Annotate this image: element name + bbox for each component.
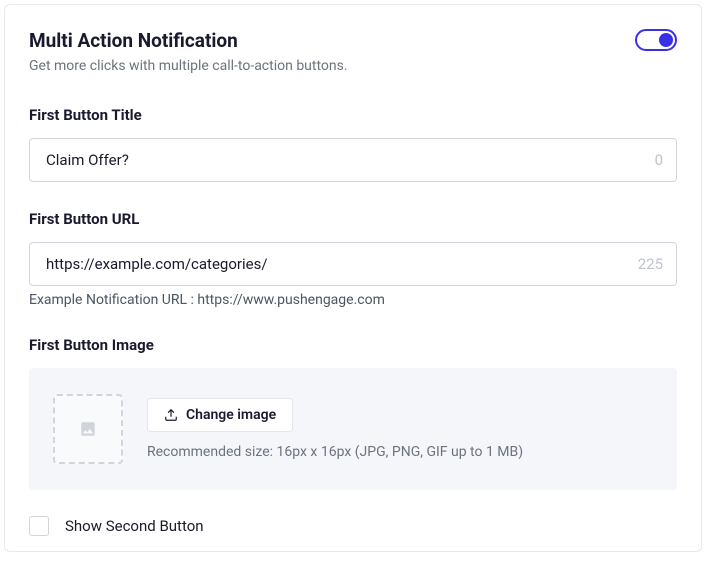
first-button-title-label: First Button Title [29,106,677,124]
toggle-knob [659,33,673,47]
image-content: Change image Recommended size: 16px x 16… [147,398,523,460]
header-row: Multi Action Notification [29,29,677,52]
first-button-image-label: First Button Image [29,336,677,354]
upload-icon [164,408,178,422]
change-image-label: Change image [186,407,276,423]
first-button-title-count: 0 [655,151,663,169]
panel-subtitle: Get more clicks with multiple call-to-ac… [29,58,677,74]
first-button-url-label: First Button URL [29,210,677,228]
first-button-title-input[interactable] [29,138,677,182]
show-second-button-label: Show Second Button [65,517,204,535]
first-button-url-section: First Button URL 225 Example Notificatio… [29,210,677,308]
first-button-title-section: First Button Title 0 [29,106,677,182]
first-button-url-input[interactable] [29,242,677,286]
panel-title: Multi Action Notification [29,29,238,52]
image-icon [79,420,97,438]
image-recommended-text: Recommended size: 16px x 16px (JPG, PNG,… [147,444,523,460]
show-second-button-row: Show Second Button [29,516,677,536]
multi-action-panel: Multi Action Notification Get more click… [4,4,702,552]
change-image-button[interactable]: Change image [147,398,293,432]
first-button-url-wrapper: 225 [29,242,677,286]
first-button-url-helper: Example Notification URL : https://www.p… [29,292,677,308]
show-second-button-checkbox[interactable] [29,516,49,536]
first-button-image-section: Change image Recommended size: 16px x 16… [29,368,677,490]
first-button-title-wrapper: 0 [29,138,677,182]
image-placeholder[interactable] [53,394,123,464]
enable-toggle[interactable] [635,29,677,51]
first-button-url-count: 225 [638,255,663,273]
